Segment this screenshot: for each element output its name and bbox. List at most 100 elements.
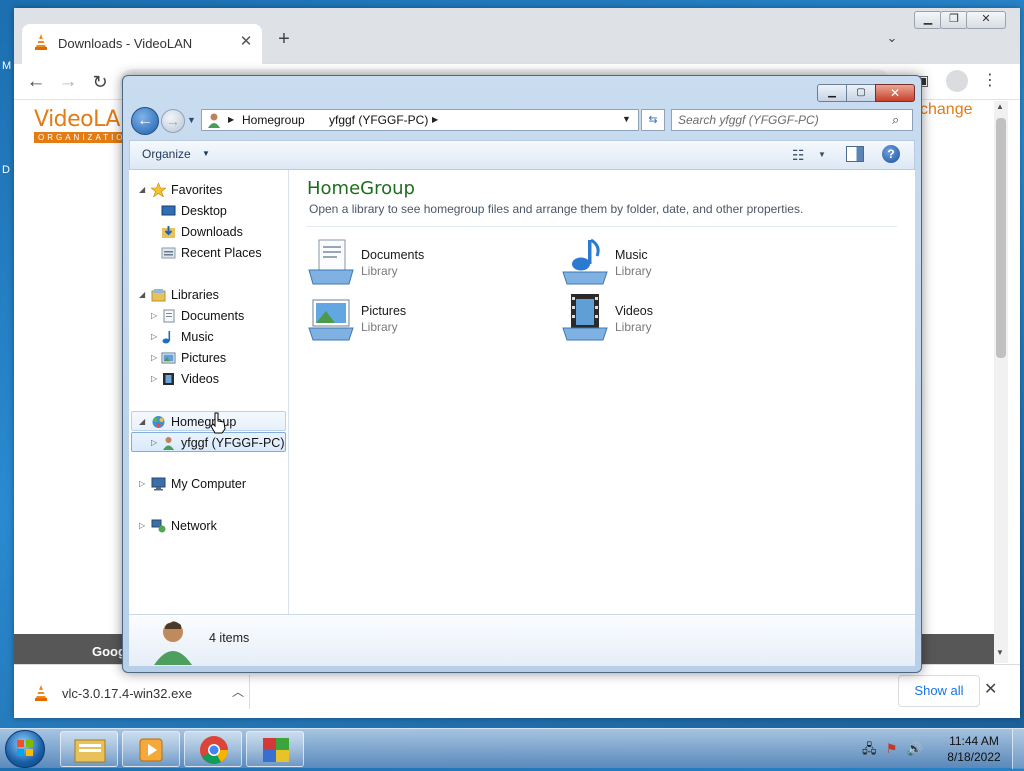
scrollbar-thumb[interactable] — [996, 118, 1006, 358]
volume-icon[interactable]: 🔊 — [907, 741, 923, 756]
nav-item-documents[interactable]: ▷ Documents — [131, 306, 285, 326]
nav-item-homegroup[interactable]: ◢ Homegroup — [131, 411, 286, 431]
close-window-button[interactable]: ✕ — [875, 84, 915, 102]
taskbar: 🖧 ⚑ 🔊 11:44 AM 8/18/2022 — [0, 728, 1024, 769]
library-name: Music — [615, 248, 648, 262]
breadcrumb-arrow-icon[interactable]: ▶ — [432, 115, 438, 124]
library-tile-videos[interactable]: Videos Library — [561, 294, 761, 344]
page-subtitle: Open a library to see homegroup files an… — [309, 202, 804, 216]
nav-item-desktop[interactable]: Desktop — [131, 201, 285, 221]
user-icon — [163, 437, 174, 450]
close-tab-icon[interactable]: ✕ — [236, 32, 256, 52]
kebab-menu-icon[interactable]: ⋮ — [982, 70, 998, 90]
expand-arrow-icon[interactable]: ▷ — [151, 348, 157, 368]
forward-arrow-icon[interactable]: → — [56, 70, 80, 94]
collapse-arrow-icon[interactable]: ◢ — [139, 285, 145, 305]
network-tray-icon[interactable]: 🖧 — [862, 741, 877, 756]
library-tile-pictures[interactable]: Pictures Library — [307, 294, 507, 344]
collapse-arrow-icon[interactable]: ◢ — [139, 412, 145, 432]
tab-search-chevron-icon[interactable]: ⌄ — [882, 30, 902, 50]
start-button[interactable] — [5, 730, 45, 768]
change-view-icon[interactable]: ☷ — [792, 147, 805, 164]
back-button[interactable]: ← — [131, 107, 159, 135]
close-shelf-icon[interactable]: ✕ — [984, 679, 997, 699]
library-name: Documents — [361, 248, 425, 262]
nav-item-homegroup-user[interactable]: ▷ yfggf (YFGGF-PC) — [131, 432, 286, 452]
expand-arrow-icon[interactable]: ▷ — [151, 327, 157, 347]
nav-item-my-computer[interactable]: ▷ My Computer — [131, 474, 285, 494]
library-tile-documents[interactable]: Documents Library — [307, 238, 507, 288]
expand-arrow-icon[interactable]: ▷ — [139, 474, 145, 494]
taskbar-media-player-button[interactable] — [122, 731, 180, 767]
address-dropdown-icon[interactable]: ▼ — [622, 114, 631, 124]
nav-item-libraries[interactable]: ◢ Libraries — [131, 285, 285, 305]
clock-time[interactable]: 11:44 AM — [946, 734, 1002, 748]
expand-arrow-icon[interactable]: ▷ — [151, 433, 157, 453]
change-link[interactable]: change — [920, 101, 973, 119]
minimize-button[interactable]: ▁ — [817, 84, 847, 102]
breadcrumb-arrow-icon[interactable]: ▶ — [228, 115, 234, 124]
recent-places-icon — [161, 247, 176, 259]
organize-button[interactable]: Organize — [142, 147, 191, 161]
taskbar-chrome-button[interactable] — [184, 731, 242, 767]
browser-tab[interactable]: Downloads - VideoLAN ✕ — [22, 24, 262, 64]
chrome-icon — [200, 736, 228, 764]
show-all-button[interactable]: Show all — [898, 675, 980, 707]
nav-item-videos[interactable]: ▷ Videos — [131, 369, 285, 389]
page-title: HomeGroup — [307, 178, 415, 199]
chevron-up-icon[interactable]: ︿ — [232, 683, 244, 700]
search-icon[interactable]: ⌕ — [892, 112, 899, 128]
documents-icon — [163, 309, 175, 323]
scroll-down-arrow-icon[interactable]: ▼ — [996, 648, 1004, 657]
reload-icon[interactable]: ↻ — [88, 70, 112, 94]
recent-pages-chevron-icon[interactable]: ▼ — [187, 115, 196, 125]
browser-tab-strip: Downloads - VideoLAN ✕ + ⌄ ▁ ❐ ✕ — [14, 8, 1020, 64]
pictures-icon — [161, 352, 176, 364]
show-desktop-button[interactable] — [1012, 729, 1024, 769]
back-arrow-icon[interactable]: ← — [24, 70, 48, 94]
expand-arrow-icon[interactable]: ▷ — [151, 369, 157, 389]
library-type: Library — [615, 264, 652, 278]
minimize-button[interactable]: ▁ — [914, 11, 942, 29]
scroll-up-arrow-icon[interactable]: ▲ — [996, 102, 1004, 111]
nav-item-pictures[interactable]: ▷ Pictures — [131, 348, 285, 368]
videolan-logo[interactable]: VideoLAN ORGANIZATION — [34, 107, 136, 143]
profile-avatar-icon[interactable] — [946, 70, 968, 92]
collapse-arrow-icon[interactable]: ◢ — [139, 180, 145, 200]
breadcrumb-homegroup[interactable]: Homegroup — [242, 113, 305, 127]
preview-pane-icon[interactable] — [846, 146, 864, 162]
maximize-button[interactable]: ▢ — [846, 84, 876, 102]
search-input[interactable] — [678, 112, 888, 128]
windows-logo-icon — [17, 740, 33, 756]
forward-button[interactable]: → — [161, 109, 185, 133]
expand-arrow-icon[interactable]: ▷ — [151, 306, 157, 326]
vlc-cone-icon — [35, 34, 47, 50]
nav-item-favorites[interactable]: ◢ Favorites — [131, 180, 285, 200]
clock-date[interactable]: 8/18/2022 — [946, 750, 1002, 764]
taskbar-explorer-button[interactable] — [60, 731, 118, 767]
library-tile-music[interactable]: Music Library — [561, 238, 761, 288]
nav-item-music[interactable]: ▷ Music — [131, 327, 285, 347]
homegroup-icon — [152, 416, 165, 428]
explorer-window: ▁ ▢ ✕ ← → ▼ ▶ Homegroup yfggf (YFGGF-PC)… — [122, 75, 922, 673]
download-item[interactable]: vlc-3.0.17.4-win32.exe ︿ — [28, 675, 250, 709]
refresh-icon[interactable]: ⇆ — [641, 109, 665, 131]
taskbar-archive-app-button[interactable] — [246, 731, 304, 767]
restore-button[interactable]: ❐ — [940, 11, 968, 29]
action-center-flag-icon[interactable]: ⚑ — [886, 741, 898, 756]
new-tab-button[interactable]: + — [272, 28, 296, 52]
chevron-down-icon[interactable]: ▼ — [202, 149, 210, 158]
expand-arrow-icon[interactable]: ▷ — [139, 516, 145, 536]
help-icon[interactable]: ? — [882, 145, 900, 163]
view-options-chevron-icon[interactable]: ▼ — [818, 150, 826, 159]
desktop-icon — [161, 205, 176, 216]
breadcrumb-user[interactable]: yfggf (YFGGF-PC) — [329, 113, 428, 127]
logo-text: VideoLAN — [34, 107, 136, 132]
address-bar[interactable]: ▶ Homegroup yfggf (YFGGF-PC) ▶ ▼ — [201, 109, 639, 131]
close-window-button[interactable]: ✕ — [966, 11, 1006, 29]
nav-item-recent-places[interactable]: Recent Places — [131, 243, 285, 263]
nav-item-downloads[interactable]: Downloads — [131, 222, 285, 242]
search-box[interactable]: ⌕ — [671, 109, 913, 131]
command-bar: Organize ▼ ☷ ▼ ? — [129, 140, 915, 170]
nav-item-network[interactable]: ▷ Network — [131, 516, 285, 536]
